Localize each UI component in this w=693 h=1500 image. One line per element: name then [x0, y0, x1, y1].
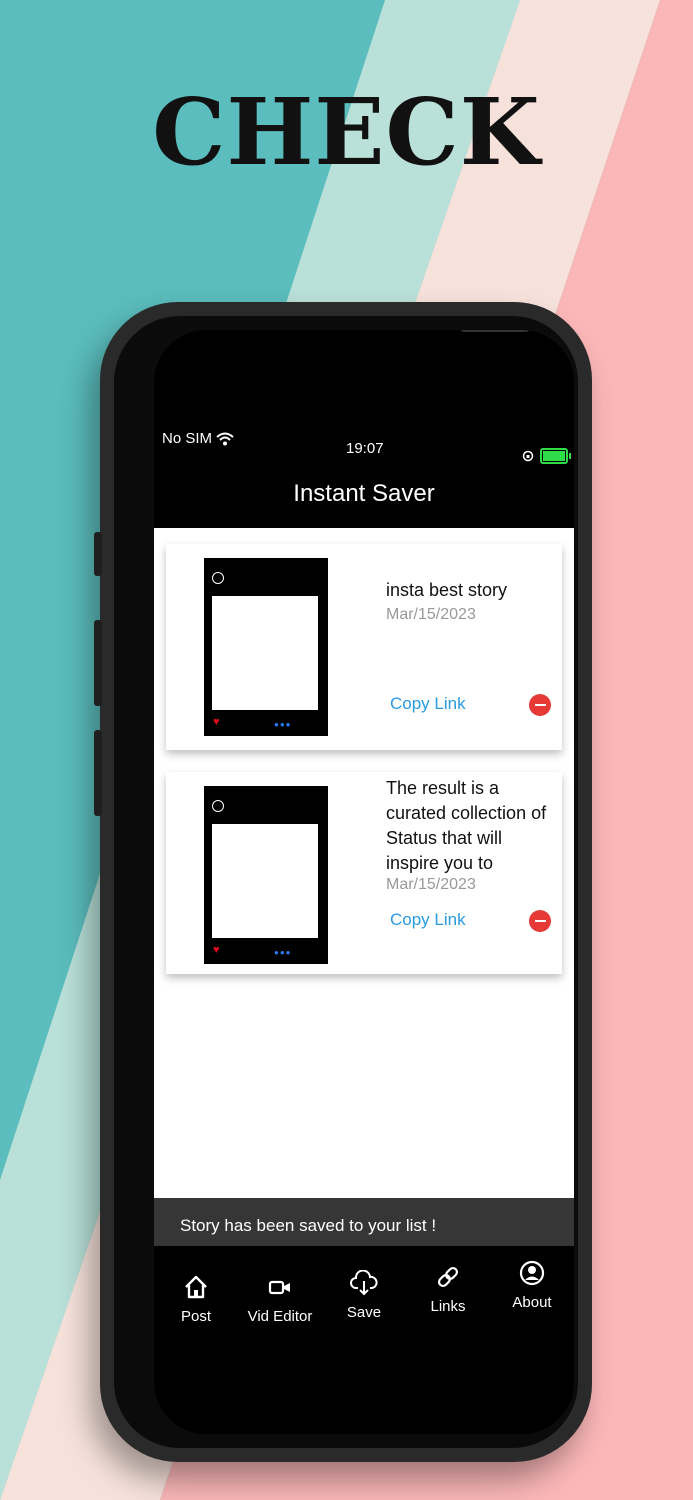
- app-title: Instant Saver: [293, 480, 435, 507]
- home-icon: [185, 1275, 207, 1299]
- story-list: ♥ ●●● insta best story Mar/15/2023 Copy …: [154, 528, 574, 1198]
- mute-switch: [94, 532, 102, 576]
- headline: CHECK: [152, 78, 541, 186]
- story-thumbnail[interactable]: ♥ ●●●: [204, 786, 328, 964]
- status-carrier: No SIM: [162, 430, 234, 447]
- carrier-label: No SIM: [162, 430, 213, 447]
- orientation-lock-icon: [522, 450, 534, 462]
- tab-save[interactable]: Save: [322, 1270, 406, 1321]
- bottom-tab-bar: Post Vid Editor Save Links About: [154, 1246, 574, 1434]
- speaker: [460, 330, 530, 332]
- wifi-icon: [216, 432, 234, 445]
- video-icon: [268, 1280, 290, 1295]
- copy-link-button[interactable]: Copy Link: [390, 694, 466, 714]
- thumbnail-image-area: [212, 824, 318, 938]
- tab-post[interactable]: Post: [154, 1274, 238, 1325]
- tab-label: Save: [346, 1304, 382, 1321]
- story-date: Mar/15/2023: [386, 606, 476, 623]
- tab-about[interactable]: About: [490, 1260, 574, 1311]
- tab-label: Vid Editor: [247, 1308, 313, 1325]
- avatar-icon: [212, 800, 224, 812]
- tab-label: Links: [430, 1298, 466, 1315]
- carousel-dots-icon: ●●●: [274, 720, 292, 729]
- toast-snackbar: Story has been saved to your list !: [154, 1198, 574, 1246]
- story-title: The result is a curated collection of St…: [386, 778, 547, 873]
- status-indicators: [522, 448, 571, 464]
- tab-links[interactable]: Links: [406, 1264, 490, 1315]
- tab-vid-editor[interactable]: Vid Editor: [238, 1274, 322, 1325]
- heart-icon: ♥: [213, 716, 220, 728]
- toast-message: Story has been saved to your list !: [180, 1216, 437, 1235]
- link-icon: [437, 1266, 459, 1288]
- status-time: 19:07: [346, 440, 384, 457]
- copy-link-button[interactable]: Copy Link: [390, 910, 466, 930]
- thumbnail-image-area: [212, 596, 318, 710]
- delete-story-button[interactable]: [529, 694, 551, 716]
- story-card: ♥ ●●● The result is a curated collection…: [166, 772, 562, 974]
- battery-icon: [540, 448, 571, 464]
- heart-icon: ♥: [213, 944, 220, 956]
- notch: [284, 330, 530, 386]
- phone-screen: No SIM 19:07 Instant Saver ♥ ●●● insta b…: [154, 330, 574, 1434]
- story-title: insta best story: [386, 580, 508, 600]
- minus-icon: [534, 919, 546, 923]
- tab-label: About: [512, 1294, 552, 1311]
- delete-story-button[interactable]: [529, 910, 551, 932]
- volume-up-button: [94, 620, 102, 706]
- story-date: Mar/15/2023: [386, 876, 476, 893]
- user-circle-icon: [519, 1260, 545, 1286]
- volume-down-button: [94, 730, 102, 816]
- story-card: ♥ ●●● insta best story Mar/15/2023 Copy …: [166, 544, 562, 750]
- avatar-icon: [212, 572, 224, 584]
- tab-label: Post: [180, 1308, 211, 1325]
- story-thumbnail[interactable]: ♥ ●●●: [204, 558, 328, 736]
- minus-icon: [534, 703, 546, 707]
- cloud-download-icon: [350, 1270, 378, 1296]
- carousel-dots-icon: ●●●: [274, 948, 292, 957]
